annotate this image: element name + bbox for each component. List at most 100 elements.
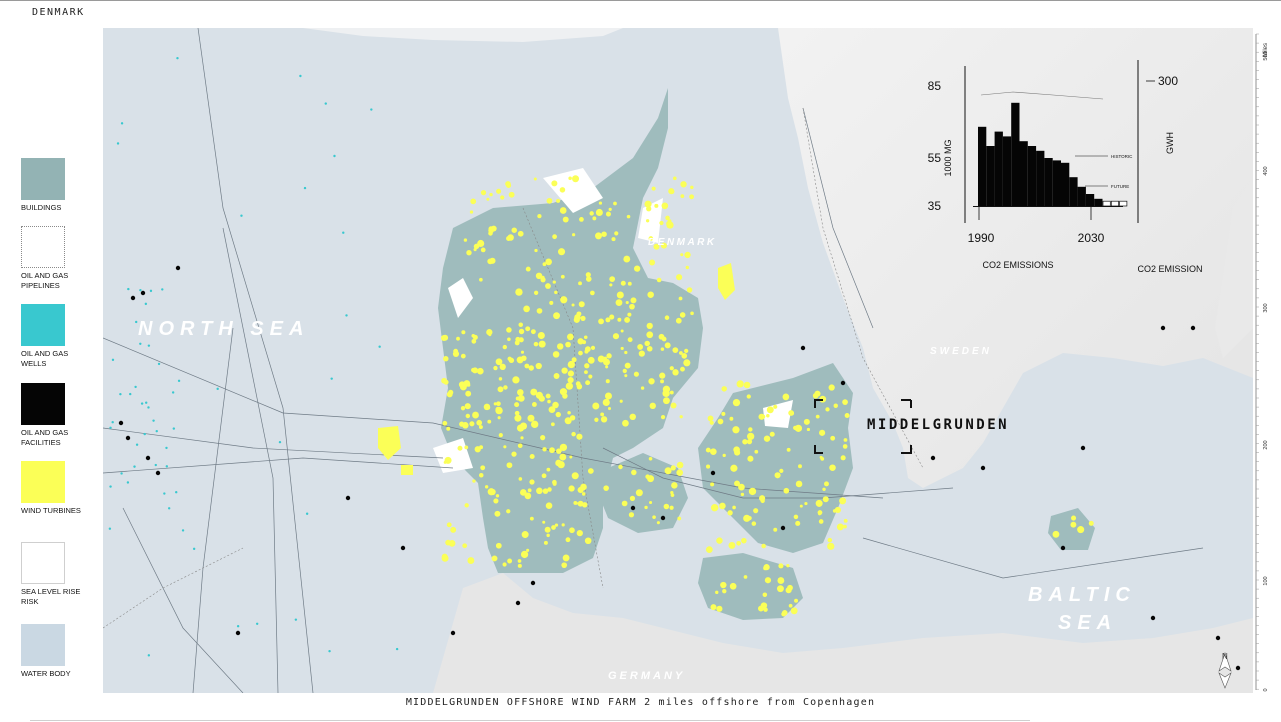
wind-turbine-dot [773,527,778,532]
wind-turbine-dot [551,180,558,187]
wind-turbine-dot [659,220,664,226]
wind-turbine-dot [517,230,524,237]
wind-turbine-dot [621,500,628,507]
future-bar [1119,200,1128,207]
wind-turbine-dot [480,247,486,253]
scale-tick-label: 100 [1263,576,1269,585]
wind-turbine-dot [716,537,723,544]
wind-turbine-dot [448,540,456,547]
wind-turbine-dot [758,413,765,420]
wind-turbine-dot [614,231,619,236]
wind-turbine-dot [828,384,835,391]
wind-turbine-dot [580,483,587,491]
right-axis-label: GWH [1165,132,1175,154]
oil-gas-well-dot [157,362,161,366]
oil-gas-facility-dot [145,455,151,461]
wind-turbine-dot [629,495,636,502]
wind-turbine-dot [721,386,727,392]
oil-gas-well-dot [143,432,146,436]
wind-turbine-dot [668,188,675,195]
wind-turbine-dot [515,288,523,296]
wind-turbine-dot [789,411,795,416]
wind-turbine-dot [571,431,576,437]
left-axis-tick: 55 [928,151,942,165]
wind-turbine-dot [666,221,672,227]
wind-turbine-dot [520,350,525,354]
wind-turbine-dot [761,543,766,549]
wind-turbine-dot [567,333,574,341]
wind-turbine-dot [727,510,733,516]
wind-turbine-dot [542,520,546,524]
wind-turbine-dot [736,540,741,546]
wind-turbine-dot [766,413,770,418]
wind-turbine-dot [507,558,513,564]
wind-turbine-dot [560,296,568,304]
wind-turbine-dot [606,353,612,359]
wind-turbine-dot [710,482,715,487]
wind-turbine-dot [529,479,535,485]
wind-turbine-dot [672,369,679,376]
wind-turbine-dot [689,194,694,200]
wind-turbine-dot [673,176,677,181]
wind-turbine-dot [628,512,635,518]
wind-turbine-dot [487,419,492,424]
wind-turbine-dot [477,367,484,375]
wind-turbine-dot [662,385,671,393]
map-canvas[interactable]: NORTH SEA DENMARK SWEDEN BALTIC SEA GERM… [103,28,1253,693]
wind-turbine-dot [453,348,459,354]
wind-turbine-dot [518,477,523,481]
wind-turbine-dot [751,521,757,526]
wind-turbine-dot [763,435,771,442]
wind-turbine-dot [590,290,595,296]
wind-turbine-dot [505,181,511,187]
oil-gas-well-dot [108,527,112,530]
wind-turbine-dot [1071,515,1077,521]
oil-gas-facility-dot [175,265,181,271]
wind-turbine-dot [503,385,508,390]
wind-turbine-dot [517,389,524,396]
wind-turbine-dot [763,607,768,612]
wind-turbine-dot [477,239,485,248]
wind-turbine-dot [446,522,452,528]
oil-gas-facility-dot [1160,325,1166,331]
wind-turbine-dot [546,467,551,472]
wind-turbine-dot [568,176,572,181]
wind-turbine-dot [537,331,545,340]
wind-turbine-dot [458,381,466,388]
wind-turbine-dot [460,406,466,411]
wind-turbine-dot [519,422,528,430]
wind-turbine-dot [840,455,846,461]
wind-turbine-dot [741,537,747,544]
wind-turbine-dot [502,562,507,567]
wind-turbine-dot [556,343,564,350]
oil-gas-well-dot [324,102,327,105]
wind-turbine-dot [464,503,469,508]
wind-turbine-dot [815,499,823,507]
future-bar [1110,200,1119,207]
wind-turbine-dot [753,508,759,514]
historic-bar [1036,150,1045,206]
wind-turbine-dot [795,480,803,488]
historic-bar [978,126,987,206]
wind-turbine-dot [571,303,575,307]
wind-turbine-dot [627,281,632,286]
wind-turbine-dot [495,542,502,549]
wind-turbine-dot [488,226,494,232]
left-axis-label: 1000 MG [943,139,953,176]
wind-turbine-dot [746,394,751,399]
wind-turbine-dot [498,377,503,381]
historic-bar [986,146,995,206]
wind-turbine-dot [546,533,550,538]
wind-turbine-dot [527,414,535,422]
wind-turbine-dot [494,510,501,517]
wind-turbine-dot [585,276,592,282]
oil-gas-facility-dot [140,290,146,296]
historic-bar [994,131,1003,206]
wind-turbine-dot [443,355,449,362]
germany-label: GERMANY [608,670,685,682]
historic-bar [1094,198,1103,206]
wind-turbine-dot [645,219,650,223]
wind-turbine-dot [546,197,553,204]
wind-turbine-dot [638,350,645,357]
wind-turbine-dot [478,425,483,430]
